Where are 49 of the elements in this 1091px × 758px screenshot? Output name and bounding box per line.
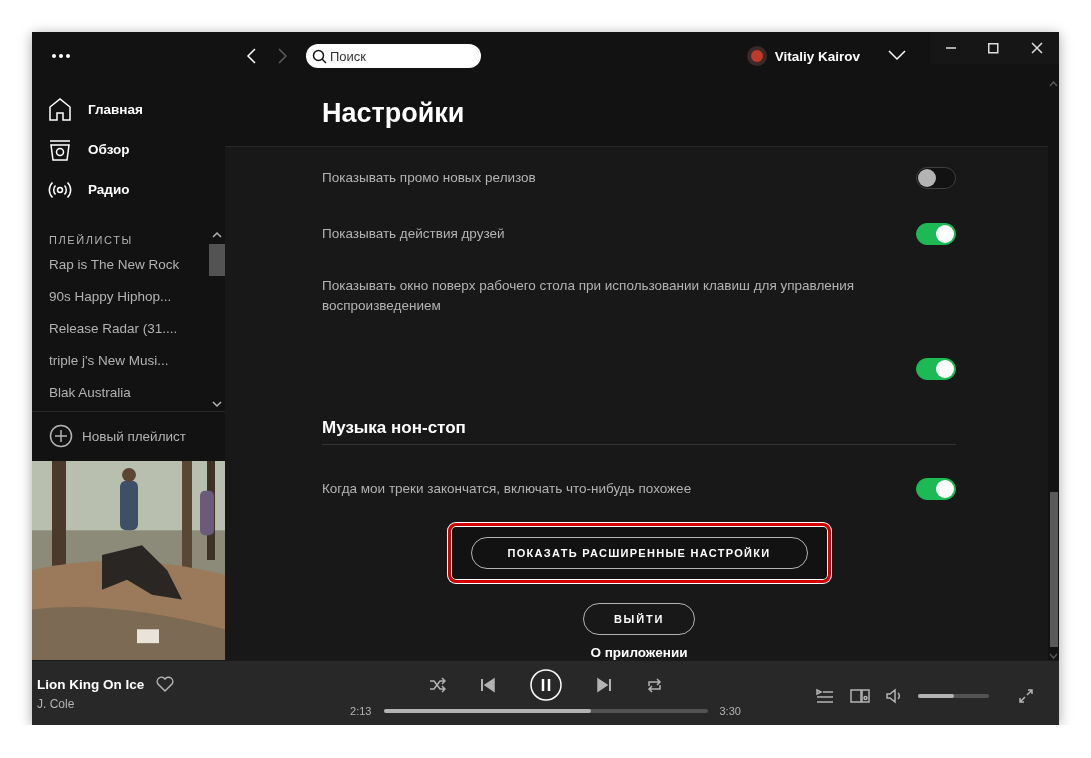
shuffle-icon[interactable] (428, 677, 446, 693)
repeat-icon[interactable] (645, 676, 663, 694)
playlist-item[interactable]: Rap is The New Rock (49, 248, 180, 281)
about-link[interactable]: О приложении (590, 645, 688, 660)
playlist-item[interactable]: 90s Happy Hiphop... (49, 280, 172, 313)
browse-icon (48, 137, 72, 162)
toggle-switch[interactable] (916, 223, 956, 245)
toggle-switch[interactable] (916, 478, 956, 500)
track-duration: 3:30 (719, 705, 741, 717)
playlist-item[interactable]: Release Radar (31.... (49, 312, 178, 345)
fullscreen-icon[interactable] (1019, 689, 1033, 703)
setting-label: Показывать окно поверх рабочего стола при использовании клавиш для управления воспроизведением (322, 277, 856, 315)
toggle-switch[interactable] (916, 358, 956, 380)
page-title: Настройки (322, 97, 465, 129)
queue-icon[interactable] (816, 688, 834, 704)
elapsed-time: 2:13 (350, 705, 372, 717)
toggle-switch[interactable] (916, 167, 956, 189)
search-icon (312, 49, 327, 64)
progress-bar[interactable] (383, 709, 708, 713)
section-heading: Музыка нон-стоп (322, 418, 466, 437)
plus-circle-icon (49, 424, 73, 449)
more-icon[interactable] (51, 52, 71, 59)
search-field[interactable]: Поиск (306, 44, 481, 68)
close-icon[interactable] (1031, 42, 1043, 54)
setting-label: Когда мои треки закончатся, включать что-нибудь похожее (322, 480, 692, 498)
maximize-icon[interactable] (988, 42, 999, 54)
section-heading: ПЛЕЙЛИСТЫ (49, 232, 133, 248)
nav-item[interactable]: Главная (32, 89, 143, 130)
setting-label: Показывать промо новых релизов (322, 169, 536, 187)
heart-icon[interactable] (156, 675, 175, 693)
setting-label: Показывать действия друзей (322, 225, 505, 243)
playlist-item[interactable]: triple j's New Musi... (49, 344, 169, 377)
chevron-up-icon[interactable] (211, 229, 223, 240)
home-icon (48, 97, 72, 122)
user-name[interactable]: Vitaliy Kairov (774, 48, 860, 64)
pause-icon[interactable] (529, 669, 562, 701)
devices-icon[interactable] (850, 688, 870, 704)
volume-slider[interactable] (918, 694, 989, 698)
chevron-down-icon[interactable] (211, 398, 223, 409)
track-title[interactable]: Lion King On Ice (37, 676, 145, 692)
nav-item[interactable]: Радио (32, 169, 130, 210)
avatar[interactable] (746, 46, 767, 66)
back-icon[interactable] (244, 47, 258, 65)
artist-name[interactable]: J. Cole (37, 697, 332, 711)
volume-icon[interactable] (886, 688, 902, 704)
playlist-item[interactable]: Blak Australia (49, 376, 131, 409)
nav-item[interactable]: Обзор (32, 129, 130, 170)
next-icon[interactable] (595, 677, 612, 693)
previous-icon[interactable] (479, 677, 496, 693)
